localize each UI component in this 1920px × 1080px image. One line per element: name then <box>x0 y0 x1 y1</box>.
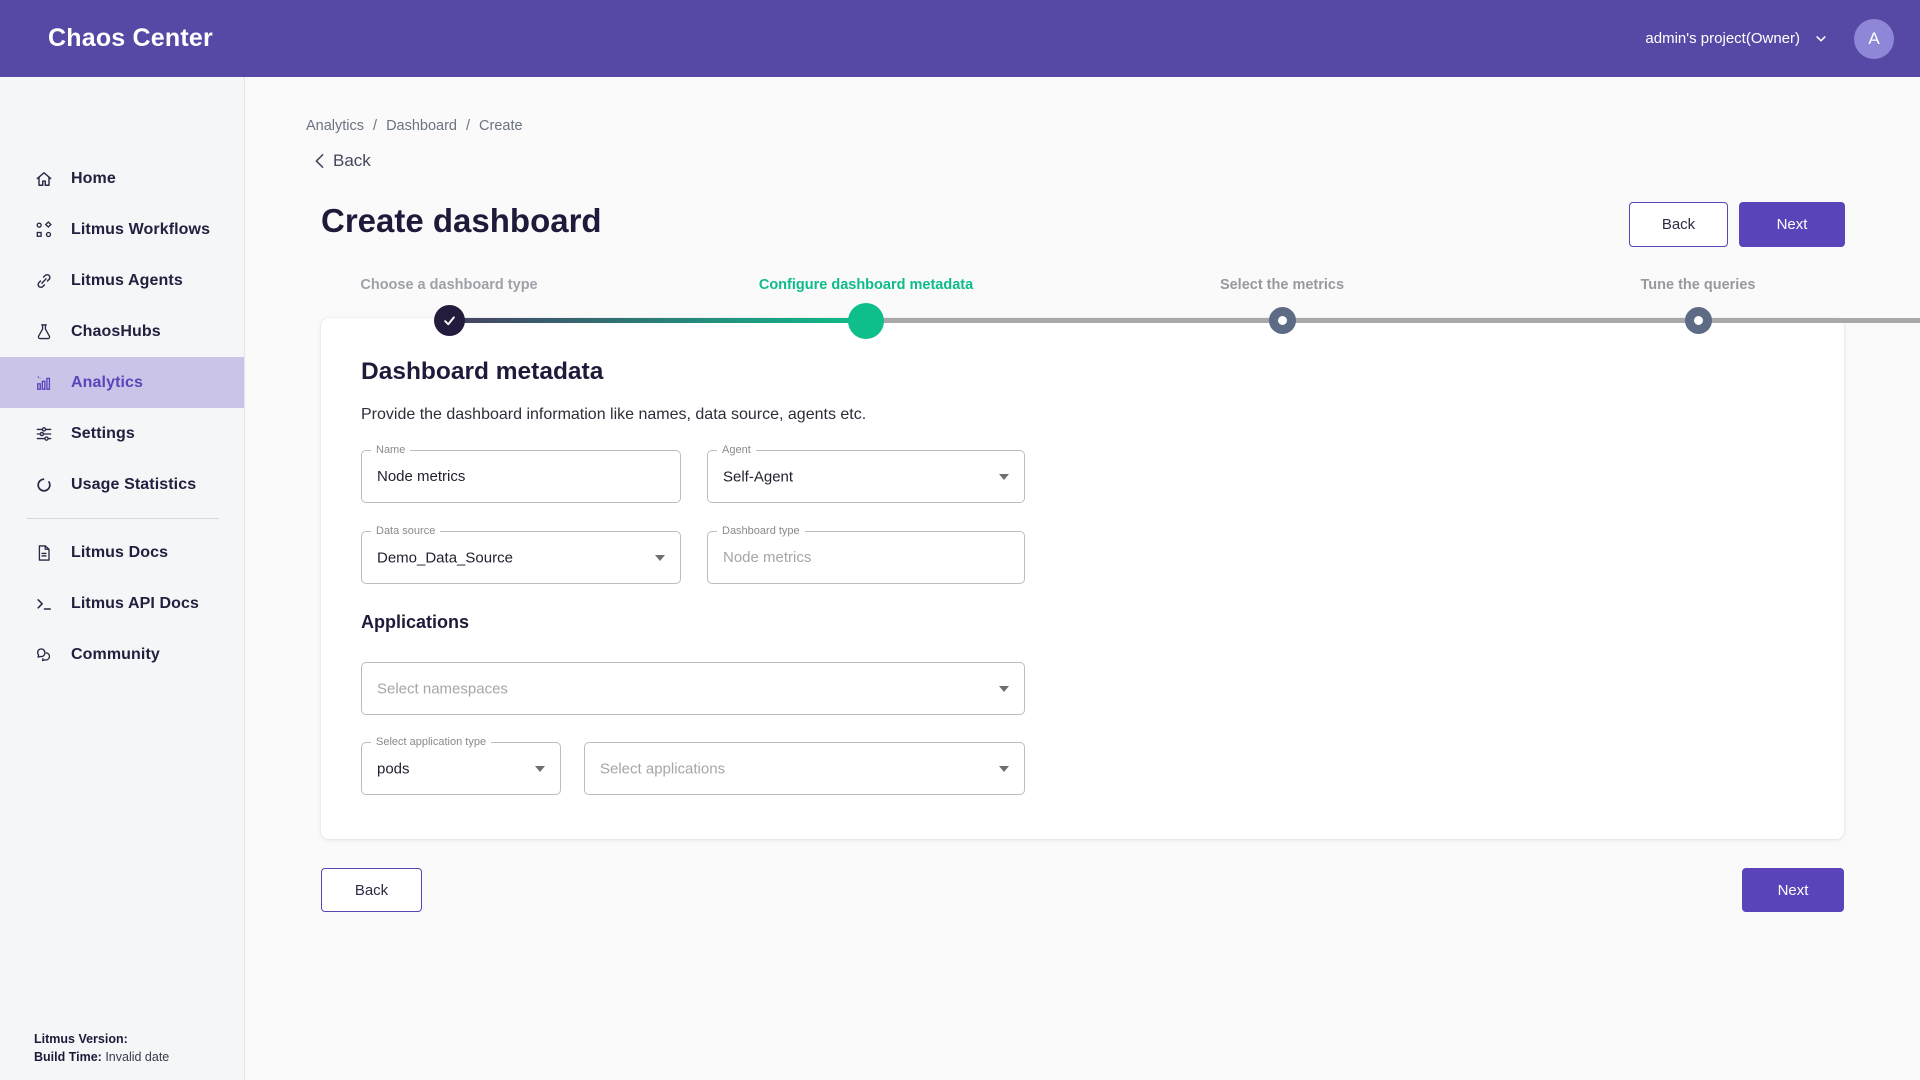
step-label-configure-metadata: Configure dashboard metadata <box>686 277 1046 293</box>
sidebar-footer: Litmus Version: Build Time: Invalid date <box>34 1030 169 1066</box>
breadcrumb: Analytics / Dashboard / Create <box>306 118 523 134</box>
app-title: Chaos Center <box>48 24 213 53</box>
dropdown-arrow-icon <box>999 686 1009 692</box>
chevron-left-icon <box>313 153 326 169</box>
data-source-select-value: Demo_Data_Source <box>377 549 513 566</box>
sidebar-item-label: Litmus Workflows <box>71 221 210 239</box>
community-chat-icon <box>34 645 54 665</box>
terminal-icon <box>34 594 54 614</box>
dropdown-arrow-icon <box>999 474 1009 480</box>
build-time-value: Invalid date <box>105 1050 169 1064</box>
next-button-top[interactable]: Next <box>1739 202 1845 247</box>
workflows-icon <box>34 220 54 240</box>
dropdown-arrow-icon <box>535 766 545 772</box>
step-indicator-pending-3 <box>1269 307 1296 334</box>
dropdown-arrow-icon <box>655 555 665 561</box>
page-title: Create dashboard <box>321 202 602 240</box>
agent-select-label: Agent <box>717 444 756 457</box>
back-button-bottom[interactable]: Back <box>321 868 422 912</box>
data-source-select[interactable]: Data source Demo_Data_Source <box>361 531 681 584</box>
sidebar-item-home[interactable]: Home <box>0 153 244 204</box>
flask-icon <box>34 322 54 342</box>
document-icon <box>34 543 54 563</box>
breadcrumb-separator: / <box>373 118 377 134</box>
sidebar-item-analytics[interactable]: Analytics <box>0 357 244 408</box>
dashboard-metadata-card: Dashboard metadata Provide the dashboard… <box>321 318 1844 839</box>
sidebar-item-label: Settings <box>71 425 135 443</box>
chevron-down-icon <box>1814 32 1828 46</box>
sidebar-item-community[interactable]: Community <box>0 629 244 680</box>
agent-select-value: Self-Agent <box>723 468 793 485</box>
breadcrumb-create[interactable]: Create <box>479 118 523 134</box>
topbar: Chaos Center admin's project(Owner) A <box>0 0 1920 77</box>
sidebar-item-litmus-api-docs[interactable]: Litmus API Docs <box>0 578 244 629</box>
back-link[interactable]: Back <box>313 151 371 171</box>
sidebar-item-usage-statistics[interactable]: Usage Statistics <box>0 459 244 510</box>
application-type-select[interactable]: Select application type pods <box>361 742 561 795</box>
agents-link-icon <box>34 271 54 291</box>
analytics-chart-icon <box>34 373 54 393</box>
page: Chaos Center admin's project(Owner) A Ho… <box>0 0 1920 1080</box>
build-time-label: Build Time: <box>34 1050 102 1064</box>
data-source-select-label: Data source <box>371 525 440 538</box>
step-indicator-active <box>848 303 884 339</box>
sidebar-item-litmus-agents[interactable]: Litmus Agents <box>0 255 244 306</box>
sliders-icon <box>34 424 54 444</box>
breadcrumb-dashboard[interactable]: Dashboard <box>386 118 457 134</box>
sidebar: Home Litmus Workflows Litmus Agents Chao… <box>0 77 245 1080</box>
usage-statistics-icon <box>34 475 54 495</box>
sidebar-item-label: Litmus Agents <box>71 272 183 290</box>
topbar-right: admin's project(Owner) A <box>1645 19 1894 59</box>
sidebar-item-label: Litmus API Docs <box>71 595 199 613</box>
main-content: Analytics / Dashboard / Create Back Crea… <box>245 77 1920 1080</box>
dashboard-type-field[interactable]: Dashboard type <box>707 531 1025 584</box>
breadcrumb-separator: / <box>466 118 470 134</box>
step-label-select-metrics: Select the metrics <box>1102 277 1462 293</box>
litmus-version-label: Litmus Version: <box>34 1032 128 1046</box>
sidebar-item-chaoshubs[interactable]: ChaosHubs <box>0 306 244 357</box>
sidebar-item-litmus-workflows[interactable]: Litmus Workflows <box>0 204 244 255</box>
sidebar-item-litmus-docs[interactable]: Litmus Docs <box>0 527 244 578</box>
project-name: admin's project(Owner) <box>1645 30 1800 47</box>
stepper-track-completed <box>449 318 866 323</box>
step-label-choose-type: Choose a dashboard type <box>269 277 629 293</box>
dashboard-type-input[interactable] <box>708 532 1024 583</box>
check-icon <box>442 313 457 328</box>
breadcrumb-analytics[interactable]: Analytics <box>306 118 364 134</box>
agent-select[interactable]: Agent Self-Agent <box>707 450 1025 503</box>
sidebar-item-label: Usage Statistics <box>71 476 196 494</box>
applications-select[interactable]: Select applications <box>584 742 1025 795</box>
step-indicator-completed <box>434 305 465 336</box>
name-field[interactable]: Name <box>361 450 681 503</box>
next-button-bottom[interactable]: Next <box>1742 868 1844 912</box>
application-type-value: pods <box>377 760 410 777</box>
sidebar-item-label: ChaosHubs <box>71 323 161 341</box>
step-label-tune-queries: Tune the queries <box>1518 277 1878 293</box>
avatar-initial: A <box>1868 29 1879 49</box>
back-button-top[interactable]: Back <box>1629 202 1728 247</box>
card-title: Dashboard metadata <box>361 358 603 386</box>
back-link-label: Back <box>333 151 371 171</box>
sidebar-item-label: Litmus Docs <box>71 544 168 562</box>
card-subtitle: Provide the dashboard information like n… <box>361 406 866 424</box>
avatar[interactable]: A <box>1854 19 1894 59</box>
sidebar-item-label: Community <box>71 646 160 664</box>
applications-heading: Applications <box>361 612 469 633</box>
sidebar-item-label: Analytics <box>71 374 143 392</box>
namespaces-placeholder: Select namespaces <box>377 680 508 697</box>
namespaces-select[interactable]: Select namespaces <box>361 662 1025 715</box>
step-indicator-pending-4 <box>1685 307 1712 334</box>
applications-placeholder: Select applications <box>600 760 725 777</box>
dropdown-arrow-icon <box>999 766 1009 772</box>
name-input[interactable] <box>362 451 680 502</box>
sidebar-item-settings[interactable]: Settings <box>0 408 244 459</box>
application-type-label: Select application type <box>371 736 491 749</box>
sidebar-item-label: Home <box>71 170 116 188</box>
stepper-track-pending <box>866 318 1920 323</box>
sidebar-divider <box>27 518 219 519</box>
project-selector[interactable]: admin's project(Owner) <box>1645 30 1828 47</box>
home-icon <box>34 169 54 189</box>
